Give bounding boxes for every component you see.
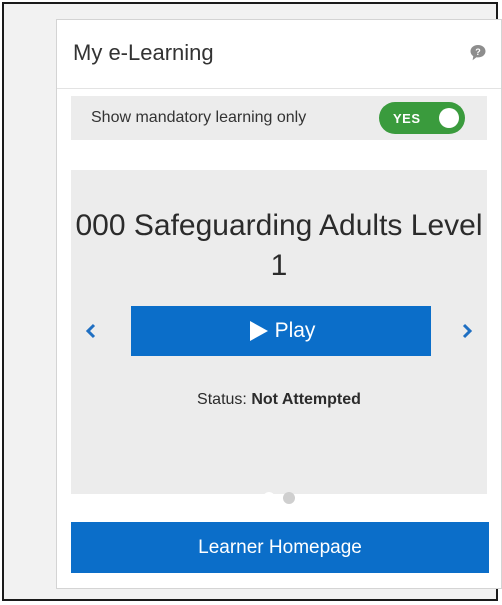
course-carousel: 000 Safeguarding Adults Level 1 Play Sta… bbox=[71, 170, 487, 504]
chevron-left-icon bbox=[85, 323, 96, 339]
header-divider bbox=[57, 88, 501, 89]
learner-homepage-button[interactable]: Learner Homepage bbox=[71, 522, 489, 573]
course-status: Status: Not Attempted bbox=[71, 391, 487, 409]
help-icon[interactable]: ? bbox=[469, 44, 487, 62]
play-button[interactable]: Play bbox=[131, 306, 431, 356]
chevron-right-icon bbox=[462, 323, 473, 339]
e-learning-widget: My e-Learning ? Show mandatory learning … bbox=[56, 19, 502, 589]
mandatory-filter-row: Show mandatory learning only YES bbox=[71, 96, 487, 140]
course-title: 000 Safeguarding Adults Level 1 bbox=[75, 209, 483, 282]
carousel-prev-arrow[interactable] bbox=[81, 317, 101, 345]
mandatory-filter-label: Show mandatory learning only bbox=[91, 109, 307, 126]
status-label: Status: bbox=[197, 391, 247, 408]
toggle-knob bbox=[439, 108, 459, 128]
toggle-state-text: YES bbox=[393, 111, 421, 126]
carousel-dot-2[interactable] bbox=[283, 492, 295, 504]
play-button-label: Play bbox=[274, 319, 316, 342]
screenshot-frame: My e-Learning ? Show mandatory learning … bbox=[2, 2, 502, 601]
widget-header: My e-Learning ? bbox=[57, 20, 501, 84]
carousel-dot-1[interactable] bbox=[263, 492, 275, 504]
play-button-content: Play bbox=[131, 306, 431, 356]
carousel-pagination bbox=[71, 492, 487, 504]
widget-title: My e-Learning bbox=[73, 40, 214, 65]
svg-text:?: ? bbox=[475, 47, 481, 57]
carousel-next-arrow[interactable] bbox=[457, 317, 477, 345]
mandatory-only-toggle[interactable]: YES bbox=[379, 102, 465, 134]
status-value: Not Attempted bbox=[251, 391, 361, 408]
play-triangle-icon bbox=[249, 321, 268, 341]
